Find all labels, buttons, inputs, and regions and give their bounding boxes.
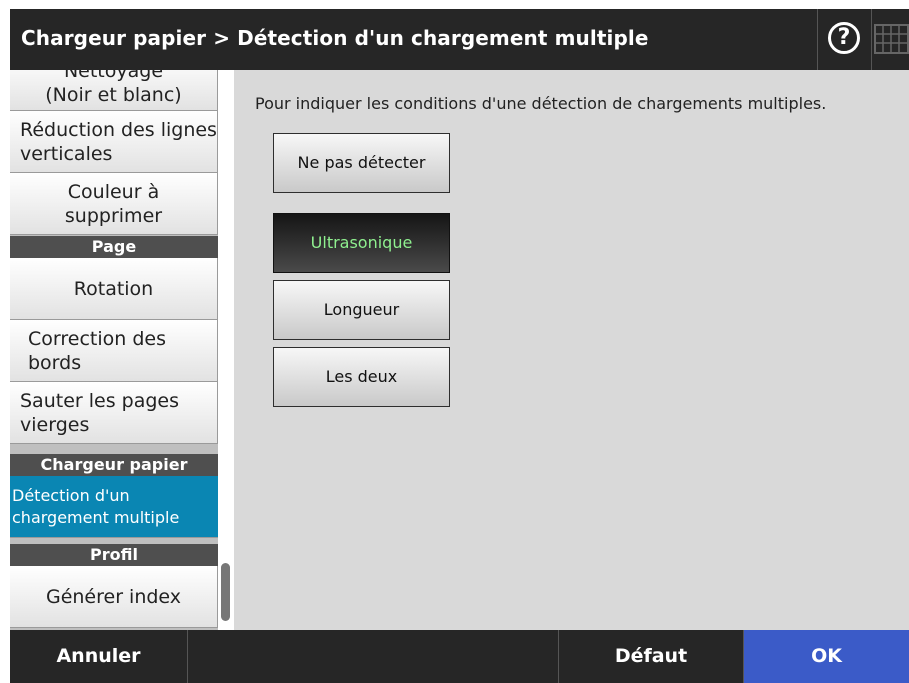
sidebar-section-paper-feeder: Chargeur papier xyxy=(10,454,218,476)
settings-sidebar: Nettoyage (Noir et blanc) Réduction des … xyxy=(10,70,218,630)
sidebar-item-skip-blank-pages[interactable]: Sauter les pages vierges xyxy=(10,382,218,444)
sidebar-item-label: Couleur à supprimer xyxy=(64,180,163,227)
settings-panel: Pour indiquer les conditions d'une détec… xyxy=(234,70,909,630)
panel-description: Pour indiquer les conditions d'une détec… xyxy=(255,94,827,113)
footer-bar: Annuler Défaut OK xyxy=(10,630,909,683)
sidebar-item-multifeed-detection[interactable]: Détection d'un chargement multiple xyxy=(10,476,218,538)
sidebar-item-label: Réduction des lignes verticales xyxy=(20,118,217,165)
title-bar: Chargeur papier > Détection d'un chargem… xyxy=(10,9,909,70)
default-button[interactable]: Défaut xyxy=(558,630,744,683)
help-button[interactable]: ? xyxy=(817,9,872,70)
sidebar-section-page: Page xyxy=(10,236,218,258)
sidebar-item-color-drop[interactable]: Couleur à supprimer xyxy=(10,173,218,235)
sidebar-section-profile: Profil xyxy=(10,544,218,566)
question-circle-icon: ? xyxy=(828,22,860,54)
sidebar-scrollbar-thumb[interactable] xyxy=(221,563,230,621)
sidebar-item-generate-index[interactable]: Générer index xyxy=(10,566,218,628)
ok-button[interactable]: OK xyxy=(744,630,909,683)
option-do-not-detect[interactable]: Ne pas détecter xyxy=(273,133,450,193)
sidebar-item-label: Générer index xyxy=(45,585,182,608)
sidebar-item-label: Correction des bords xyxy=(28,327,166,374)
sidebar-item-label: Sauter les pages vierges xyxy=(20,389,179,436)
sidebar-item-rotation[interactable]: Rotation xyxy=(10,258,218,320)
sidebar-item-label: Rotation xyxy=(73,277,154,300)
sidebar-item-label: Nettoyage (Noir et blanc) xyxy=(45,70,182,106)
keyboard-icon[interactable] xyxy=(874,22,909,56)
option-ultrasonic[interactable]: Ultrasonique xyxy=(273,213,450,273)
sidebar-item-vertical-lines[interactable]: Réduction des lignes verticales xyxy=(10,111,218,173)
sidebar-item-edge-correction[interactable]: Correction des bords xyxy=(10,320,218,382)
option-length[interactable]: Longueur xyxy=(273,280,450,340)
page-title: Chargeur papier > Détection d'un chargem… xyxy=(21,26,649,50)
sidebar-scrollbar[interactable] xyxy=(218,70,234,630)
option-both[interactable]: Les deux xyxy=(273,347,450,407)
cancel-button[interactable]: Annuler xyxy=(10,630,188,683)
sidebar-item-label: Détection d'un chargement multiple xyxy=(12,485,180,527)
sidebar-item-nettoyage[interactable]: Nettoyage (Noir et blanc) xyxy=(10,70,218,111)
